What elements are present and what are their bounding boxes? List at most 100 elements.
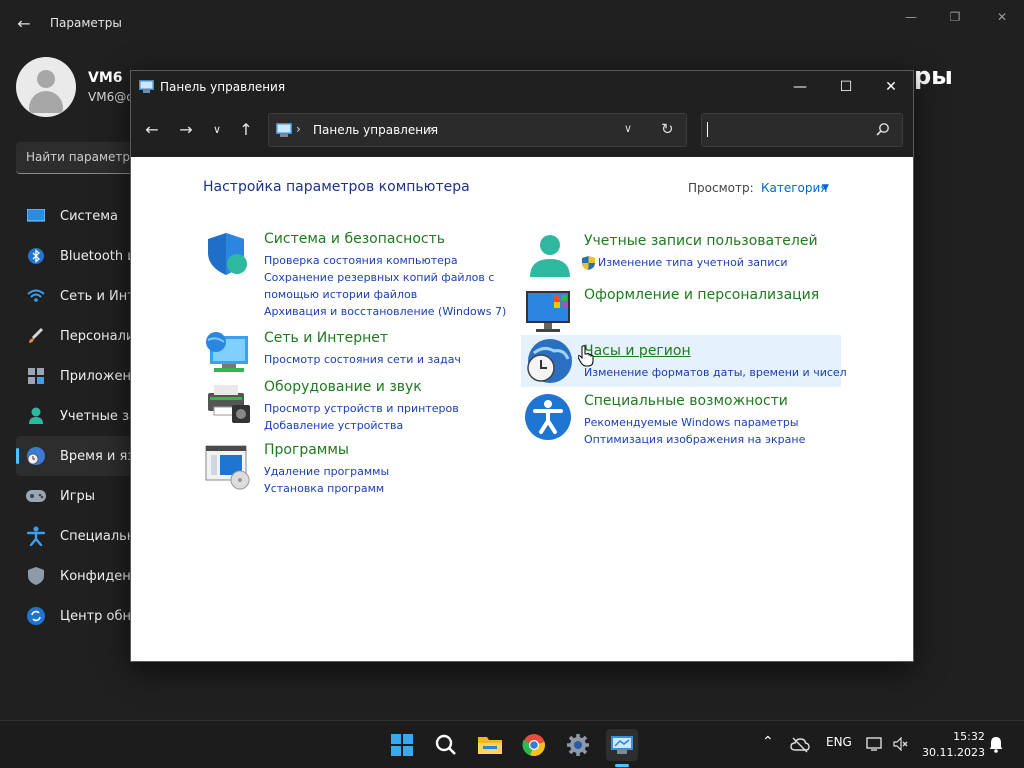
up-arrow-icon[interactable]: ↑ <box>235 119 257 141</box>
recent-chevron-down-icon[interactable]: ∨ <box>206 119 228 141</box>
settings-title: Параметры <box>50 16 122 30</box>
address-dropdown-icon[interactable]: ∨ <box>624 122 632 135</box>
category-links: Рекомендуемые Windows параметры Оптимиза… <box>584 414 805 448</box>
category-link[interactable]: Оптимизация изображения на экране <box>584 431 805 448</box>
person-icon <box>26 406 46 426</box>
page-title: Настройка параметров компьютера <box>203 179 470 195</box>
explorer-icon[interactable] <box>474 729 506 761</box>
category-link[interactable]: Изменение типа учетной записи <box>598 254 788 271</box>
category-title[interactable]: Часы и регион <box>584 343 691 359</box>
language-indicator[interactable]: ENG <box>826 735 852 749</box>
chevron-up-icon[interactable]: ⌃ <box>762 734 774 750</box>
accessibility-icon <box>26 526 46 546</box>
nav-item-label: Персонали <box>60 328 135 344</box>
control-panel-titlebar[interactable]: Панель управления — ☐ ✕ <box>131 71 913 103</box>
notification-bell-icon[interactable] <box>989 736 1003 753</box>
minimize-icon[interactable]: — <box>777 71 823 103</box>
users-icon[interactable] <box>524 233 572 281</box>
category-appearance: Оформление и персонализация <box>524 287 854 332</box>
display-icon[interactable] <box>524 287 572 335</box>
clock-globe-icon[interactable] <box>524 337 572 385</box>
category-title[interactable]: Оборудование и звук <box>264 379 422 395</box>
start-icon[interactable] <box>386 729 418 761</box>
nav-item-label: Игры <box>60 488 96 504</box>
category-link[interactable]: помощью истории файлов <box>264 286 506 303</box>
page-title: ры <box>914 62 953 90</box>
gamepad-icon <box>26 486 46 506</box>
control-panel-toolbar: ← → ∨ ↑ › Панель управления › ∨ ↻ <box>131 103 913 157</box>
clock-time[interactable]: 15:32 <box>952 730 986 743</box>
minimize-icon[interactable]: — <box>901 8 921 26</box>
category-network: Сеть и Интернет Просмотр состояния сети … <box>204 330 504 376</box>
search-input[interactable] <box>702 114 872 146</box>
chrome-icon[interactable] <box>518 729 550 761</box>
volume-muted-icon[interactable] <box>893 737 909 751</box>
category-link[interactable]: Удаление программы <box>264 463 389 480</box>
category-link[interactable]: Просмотр состояния сети и задач <box>264 351 461 368</box>
nav-item-label: Центр обн <box>60 608 132 624</box>
control-panel-icon[interactable] <box>606 729 638 761</box>
view-label: Просмотр: <box>688 181 754 195</box>
category-title[interactable]: Специальные возможности <box>584 393 788 409</box>
cloud-offline-icon[interactable] <box>790 737 810 753</box>
category-link[interactable]: Изменение форматов даты, времени и чисел <box>584 364 847 381</box>
nav-item-label: Конфиден <box>60 568 131 584</box>
category-link[interactable]: Проверка состояния компьютера <box>264 252 506 269</box>
nav-item-label: Bluetooth и <box>60 248 136 264</box>
category-system-security: Система и безопасность Проверка состояни… <box>204 231 506 320</box>
bluetooth-icon <box>26 246 46 266</box>
category-programs: Программы Удаление программы Установка п… <box>204 442 504 497</box>
user-email: VM6@c <box>88 90 133 104</box>
refresh-icon[interactable]: ↻ <box>661 120 674 138</box>
network-globe-icon[interactable] <box>204 330 252 378</box>
user-avatar[interactable] <box>16 57 76 117</box>
printer-icon[interactable] <box>204 379 252 427</box>
category-clock-region[interactable]: Часы и регион Изменение форматов даты, в… <box>521 335 847 387</box>
brush-icon <box>26 326 46 346</box>
category-title[interactable]: Система и безопасность <box>264 231 445 247</box>
clock-date[interactable]: 30.11.2023 <box>922 746 985 759</box>
category-link[interactable]: Просмотр устройств и принтеров <box>264 400 459 417</box>
category-link[interactable]: Добавление устройства <box>264 417 459 434</box>
category-links: Просмотр устройств и принтеров Добавлени… <box>264 400 459 434</box>
close-icon[interactable]: ✕ <box>992 8 1012 26</box>
wifi-icon <box>26 286 46 306</box>
uac-shield-icon <box>582 255 595 270</box>
category-title[interactable]: Учетные записи пользователей <box>584 233 818 249</box>
breadcrumb-chevron-icon[interactable]: › <box>296 122 301 136</box>
category-links: Просмотр состояния сети и задач <box>264 351 461 368</box>
restore-icon[interactable]: ❐ <box>945 8 965 26</box>
search-icon[interactable] <box>875 122 891 138</box>
breadcrumb-chevron-icon[interactable]: › <box>429 122 434 136</box>
category-link[interactable]: Установка программ <box>264 480 389 497</box>
category-title[interactable]: Оформление и персонализация <box>584 287 819 303</box>
dropdown-arrow-icon[interactable]: ▼ <box>822 183 829 193</box>
forward-arrow-icon[interactable]: → <box>175 119 197 141</box>
search-box[interactable] <box>701 113 903 147</box>
accessibility-icon[interactable] <box>524 393 572 441</box>
category-link[interactable]: Сохранение резервных копий файлов с <box>264 269 506 286</box>
settings-titlebar: ← Параметры — ❐ ✕ <box>0 0 1024 48</box>
category-link[interactable]: Архивация и восстановление (Windows 7) <box>264 303 506 320</box>
nav-item-label: Сеть и Инт <box>60 288 135 304</box>
view-mode-dropdown[interactable]: Категория <box>761 181 828 195</box>
search-icon[interactable] <box>430 729 462 761</box>
programs-icon[interactable] <box>204 442 252 490</box>
back-arrow-icon[interactable]: ← <box>141 119 163 141</box>
shield-security-icon[interactable] <box>204 231 252 279</box>
category-link[interactable]: Рекомендуемые Windows параметры <box>584 414 805 431</box>
user-name: VM6 <box>88 70 123 86</box>
breadcrumb-item[interactable]: Панель управления <box>313 123 438 137</box>
network-monitor-icon[interactable] <box>866 737 882 751</box>
taskbar: ⌃ ENG 15:32 30.11.2023 <box>0 720 1024 768</box>
category-title[interactable]: Программы <box>264 442 349 458</box>
category-title[interactable]: Сеть и Интернет <box>264 330 388 346</box>
settings-icon[interactable] <box>562 729 594 761</box>
control-panel-body: Настройка параметров компьютера Просмотр… <box>131 157 913 661</box>
monitor-icon <box>26 206 46 226</box>
active-app-indicator <box>615 764 629 767</box>
back-arrow-icon[interactable]: ← <box>14 14 34 34</box>
close-icon[interactable]: ✕ <box>868 71 914 103</box>
maximize-icon[interactable]: ☐ <box>823 71 869 103</box>
address-bar[interactable]: › Панель управления › ∨ ↻ <box>268 113 687 147</box>
